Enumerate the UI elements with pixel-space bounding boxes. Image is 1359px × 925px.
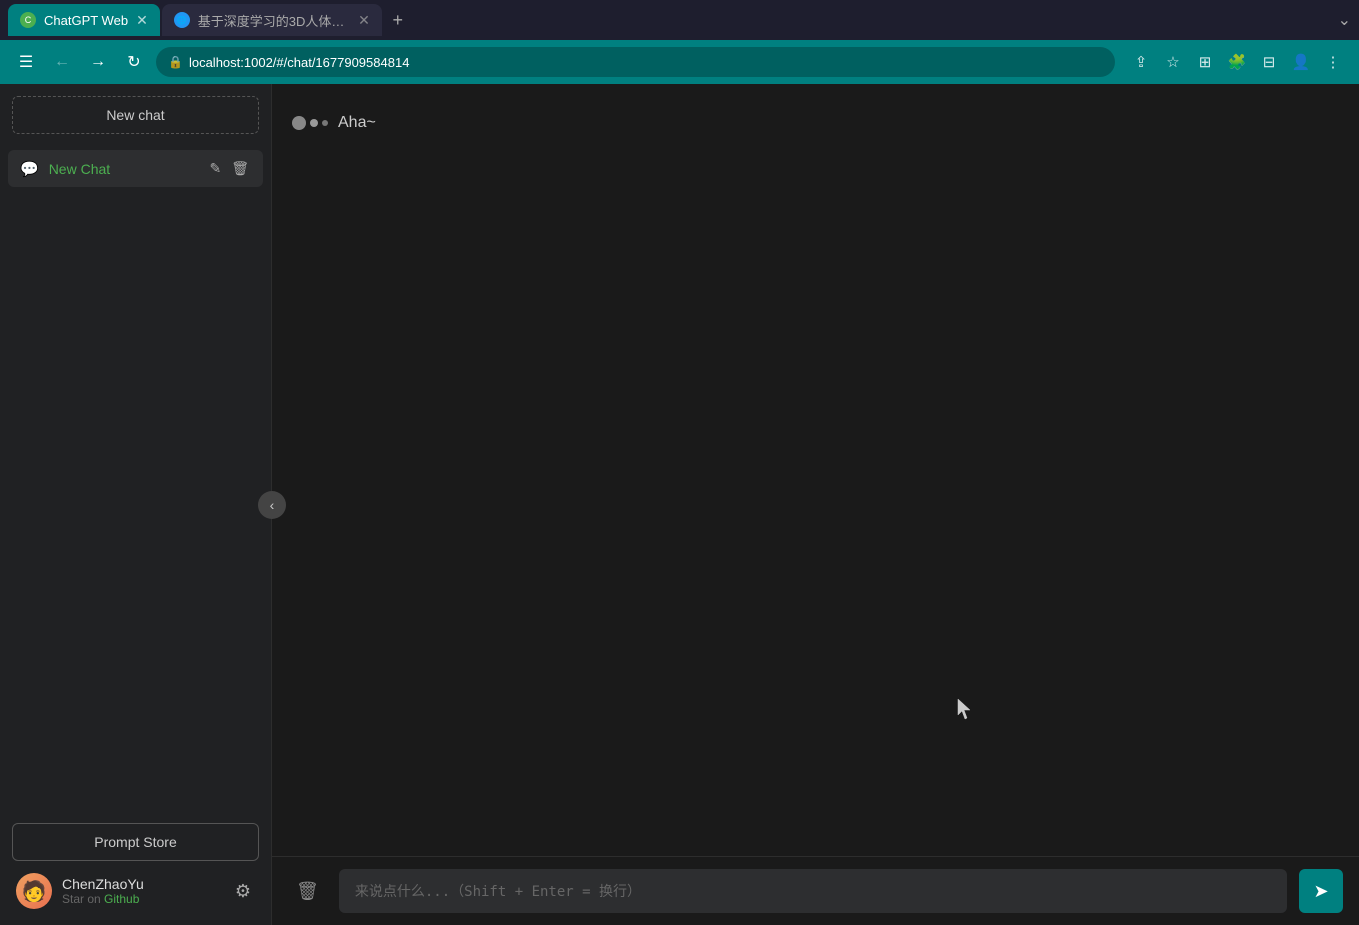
bookmark-icon[interactable]: ☆: [1159, 48, 1187, 76]
reload-button[interactable]: ↻: [120, 48, 148, 76]
chat-input[interactable]: [339, 869, 1287, 913]
lock-icon: 🔒: [168, 55, 183, 69]
tab-favicon-2: 🌐: [174, 12, 190, 28]
edit-chat-button[interactable]: ✎: [207, 158, 223, 179]
chat-item-label: New Chat: [49, 161, 198, 177]
input-area: 🗑 ➤: [272, 856, 1359, 925]
tab-paper[interactable]: 🌐 基于深度学习的3D人体姿态估... ✕: [162, 4, 382, 36]
user-info: 🧑 ChenZhaoYu Star on Github ⚙: [12, 869, 259, 913]
new-tab-button[interactable]: +: [384, 6, 412, 34]
tab-title-2: 基于深度学习的3D人体姿态估...: [198, 11, 350, 30]
chat-list: 💬 New Chat ✎ 🗑: [0, 146, 271, 811]
chat-item-actions: ✎ 🗑: [207, 158, 251, 179]
tab-overflow-button[interactable]: ⌄: [1338, 10, 1351, 30]
browser-chrome: C ChatGPT Web ✕ 🌐 基于深度学习的3D人体姿态估... ✕ + …: [0, 0, 1359, 84]
send-button[interactable]: ➤: [1299, 869, 1343, 913]
dot-3: [322, 120, 328, 126]
back-button[interactable]: ←: [48, 48, 76, 76]
github-link[interactable]: Github: [104, 892, 139, 906]
chat-item-icon: 💬: [20, 160, 39, 178]
tab-bar: C ChatGPT Web ✕ 🌐 基于深度学习的3D人体姿态估... ✕ + …: [0, 0, 1359, 40]
user-sub-text: Star on: [62, 892, 101, 906]
forward-button[interactable]: →: [84, 48, 112, 76]
sidebar: New chat 💬 New Chat ✎ 🗑 Prompt Store 🧑: [0, 84, 272, 925]
send-icon: ➤: [1313, 881, 1328, 902]
address-box[interactable]: 🔒 localhost:1002/#/chat/1677909584814: [156, 47, 1115, 77]
new-chat-button[interactable]: New chat: [12, 96, 259, 134]
extensions-icon[interactable]: 🧩: [1223, 48, 1251, 76]
user-name: ChenZhaoYu: [62, 876, 221, 892]
view-icon[interactable]: ⊞: [1191, 48, 1219, 76]
dot-2: [310, 119, 318, 127]
chat-area: Aha~: [272, 84, 1359, 495]
chat-item[interactable]: 💬 New Chat ✎ 🗑: [8, 150, 263, 187]
tab-favicon-1: C: [20, 12, 36, 28]
avatar: 🧑: [16, 873, 52, 909]
collapse-icon: ‹: [270, 497, 275, 513]
trash-icon: 🗑: [296, 881, 319, 901]
account-icon[interactable]: 👤: [1287, 48, 1315, 76]
prompt-store-button[interactable]: Prompt Store: [12, 823, 259, 861]
address-text: localhost:1002/#/chat/1677909584814: [189, 55, 1103, 70]
cursor-indicator: [957, 698, 969, 716]
new-chat-label: New chat: [106, 107, 164, 123]
typing-dots: [292, 116, 328, 130]
avatar-emoji: 🧑: [22, 879, 47, 904]
address-bar-row: ☰ ← → ↻ 🔒 localhost:1002/#/chat/16779095…: [0, 40, 1359, 84]
app-layout: New chat 💬 New Chat ✎ 🗑 Prompt Store 🧑: [0, 84, 1359, 925]
menu-icon[interactable]: ⋮: [1319, 48, 1347, 76]
sidebar-toggle-browser[interactable]: ☰: [12, 48, 40, 76]
typing-indicator: Aha~: [292, 114, 376, 132]
main-content: ‹ Aha~ 🗑: [272, 84, 1359, 925]
tab-chatgpt[interactable]: C ChatGPT Web ✕: [8, 4, 160, 36]
prompt-store-label: Prompt Store: [94, 834, 176, 850]
sidebar-footer: Prompt Store 🧑 ChenZhaoYu Star on Github…: [0, 811, 271, 925]
github-link-text: Github: [104, 892, 139, 906]
tab-title-1: ChatGPT Web: [44, 13, 128, 28]
split-view-icon[interactable]: ⊟: [1255, 48, 1283, 76]
typing-text: Aha~: [338, 114, 376, 132]
user-sub: Star on Github: [62, 892, 221, 906]
sidebar-collapse-button[interactable]: ‹: [258, 491, 286, 519]
dot-1: [292, 116, 306, 130]
sidebar-header: New chat: [0, 84, 271, 146]
clear-chat-button[interactable]: 🗑: [288, 873, 327, 910]
share-icon[interactable]: ⇪: [1127, 48, 1155, 76]
tab-close-1[interactable]: ✕: [136, 12, 148, 29]
delete-chat-button[interactable]: 🗑: [229, 158, 251, 179]
settings-button[interactable]: ⚙: [231, 877, 255, 906]
toolbar-icons: ⇪ ☆ ⊞ 🧩 ⊟ 👤 ⋮: [1127, 48, 1347, 76]
tab-close-2[interactable]: ✕: [358, 12, 370, 29]
user-details: ChenZhaoYu Star on Github: [62, 876, 221, 906]
